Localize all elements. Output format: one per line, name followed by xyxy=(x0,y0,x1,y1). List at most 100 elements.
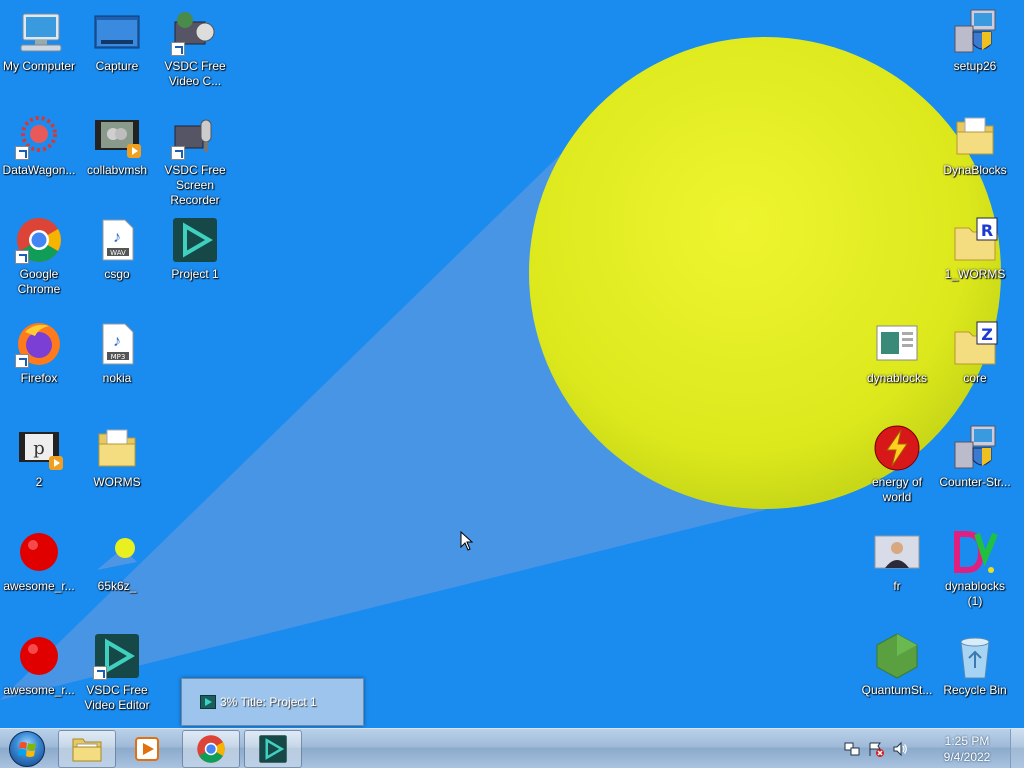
desktop-icon-worms[interactable]: WORMS xyxy=(78,424,156,490)
svg-text:WAV: WAV xyxy=(110,249,126,257)
shortcut-arrow-icon xyxy=(15,250,29,264)
clock-date: 9/4/2022 xyxy=(943,750,991,764)
recycle-bin-icon xyxy=(960,637,990,679)
desktop-icon-label: dynablocks xyxy=(866,371,928,385)
desktop-icon-1-worms[interactable]: R 1_WORMS xyxy=(936,216,1014,282)
clock-time: 1:25 PM xyxy=(944,734,990,748)
vsdc-icon xyxy=(200,695,216,709)
desktop-icon-vsdc-screen-recorder[interactable]: VSDC Free Screen Recorder xyxy=(156,112,234,208)
desktop-icon-quantumst[interactable]: QuantumSt... xyxy=(858,632,936,698)
desktop-icon-label: 1_WORMS xyxy=(944,267,1006,281)
desktop-icon-65k6z[interactable]: 65k6z_ xyxy=(78,528,156,594)
windows-start-orb-icon xyxy=(9,731,45,767)
desktop-icon-nokia[interactable]: ♪ MP3 nokia xyxy=(78,320,156,386)
desktop-icon-project-1[interactable]: Project 1 xyxy=(156,216,234,282)
mouse-cursor-icon xyxy=(460,531,474,551)
desktop-icon-label: fr xyxy=(893,579,901,593)
shortcut-arrow-icon xyxy=(171,146,185,160)
desktop-icon-vsdc-free-video-editor[interactable]: VSDC Free Video Editor xyxy=(78,632,156,713)
svg-text:R: R xyxy=(981,221,993,240)
start-button[interactable] xyxy=(4,730,50,768)
desktop-icon-label: dynablocks (1) xyxy=(944,579,1006,608)
desktop-icon-awesome-r-1[interactable]: awesome_r... xyxy=(0,528,78,594)
desktop: My Computer DataWagon... Google Chrome F… xyxy=(0,0,1024,728)
shortcut-arrow-icon xyxy=(171,42,185,56)
svg-text:p: p xyxy=(33,438,45,459)
rar-archive-icon: R xyxy=(954,217,998,261)
taskbar-chrome-button[interactable] xyxy=(182,730,240,768)
svg-text:MP3: MP3 xyxy=(111,353,126,361)
desktop-icon-csgo[interactable]: ♪ WAV csgo xyxy=(78,216,156,282)
svg-text:♪: ♪ xyxy=(113,229,121,246)
desktop-icon-vsdc-video-converter[interactable]: VSDC Free Video C... xyxy=(156,8,234,89)
desktop-icon-counter-strike[interactable]: Counter-Str... xyxy=(936,424,1014,490)
desktop-icon-google-chrome[interactable]: Google Chrome xyxy=(0,216,78,297)
network-icon[interactable] xyxy=(844,741,860,757)
desktop-icon-label: QuantumSt... xyxy=(861,683,933,697)
vsdc-icon xyxy=(259,735,287,763)
desktop-icon-label: VSDC Free Screen Recorder xyxy=(164,163,226,207)
zip-archive-icon: Z xyxy=(954,321,998,365)
photo-icon xyxy=(874,535,920,569)
svg-text:♪: ♪ xyxy=(113,333,121,350)
webpage-file-icon xyxy=(876,325,918,361)
desktop-icon-dynablocks-folder[interactable]: DynaBlocks xyxy=(936,112,1014,178)
show-desktop-button[interactable] xyxy=(1010,729,1024,768)
desktop-icon-collabvmsh[interactable]: collabvmsh xyxy=(78,112,156,178)
export-progress-popup[interactable]: 3% Title: Project 1 xyxy=(181,678,364,726)
capture-window-icon xyxy=(94,15,140,49)
yellow-ball-image-icon xyxy=(97,538,137,570)
desktop-icon-datawagon[interactable]: DataWagon... xyxy=(0,112,78,178)
red-ball-icon xyxy=(20,637,58,675)
desktop-icon-label: WORMS xyxy=(93,475,141,489)
svg-text:Z: Z xyxy=(981,325,993,344)
desktop-icon-label: nokia xyxy=(102,371,132,385)
desktop-icon-label: awesome_r... xyxy=(3,683,75,697)
desktop-icon-fr[interactable]: fr xyxy=(858,528,936,594)
desktop-icon-setup26[interactable]: setup26 xyxy=(936,8,1014,74)
desktop-icon-2[interactable]: p 2 xyxy=(0,424,78,490)
taskbar: 1:25 PM 9/4/2022 xyxy=(0,728,1024,768)
shortcut-arrow-icon xyxy=(15,354,29,368)
taskbar-vsdc-button[interactable] xyxy=(244,730,302,768)
folder-library-icon xyxy=(72,738,102,762)
desktop-icon-dynablocks-page[interactable]: dynablocks xyxy=(858,320,936,386)
desktop-icon-recycle-bin[interactable]: Recycle Bin xyxy=(936,632,1014,698)
desktop-icon-label: core xyxy=(963,371,987,385)
desktop-icon-label: VSDC Free Video C... xyxy=(164,59,226,88)
desktop-icon-my-computer[interactable]: My Computer xyxy=(0,8,78,74)
vsdc-project-icon xyxy=(173,218,217,262)
desktop-icon-core[interactable]: Z core xyxy=(936,320,1014,386)
desktop-icon-label: awesome_r... xyxy=(3,579,75,593)
desktop-icon-firefox[interactable]: Firefox xyxy=(0,320,78,386)
desktop-icon-label: DynaBlocks xyxy=(943,163,1007,177)
dynablocks-logo-icon xyxy=(954,531,998,573)
desktop-icon-label: Recycle Bin xyxy=(943,683,1007,697)
action-center-flag-icon[interactable] xyxy=(868,741,884,757)
shortcut-arrow-icon xyxy=(15,146,29,160)
taskbar-clock[interactable]: 1:25 PM 9/4/2022 xyxy=(934,733,1000,765)
desktop-icon-energy-of-world[interactable]: energy of world xyxy=(858,424,936,505)
desktop-icon-label: 2 xyxy=(35,475,43,489)
installer-icon xyxy=(954,425,996,469)
red-ball-icon xyxy=(20,533,58,571)
desktop-icon-label: DataWagon... xyxy=(2,163,76,177)
desktop-icon-label: Google Chrome xyxy=(17,267,61,296)
desktop-icon-label: Firefox xyxy=(20,371,58,385)
taskbar-media-player-button[interactable] xyxy=(118,730,176,768)
desktop-icon-label: csgo xyxy=(104,267,130,281)
desktop-icon-label: VSDC Free Video Editor xyxy=(84,683,150,712)
folder-icon xyxy=(98,429,136,467)
desktop-icon-capture[interactable]: Capture xyxy=(78,8,156,74)
desktop-icon-dynablocks-1[interactable]: dynablocks (1) xyxy=(936,528,1014,609)
folder-icon xyxy=(956,117,994,155)
chrome-icon xyxy=(197,735,225,763)
play-badge-icon xyxy=(127,144,141,158)
desktop-icon-label: 65k6z_ xyxy=(97,579,137,593)
desktop-icon-awesome-r-2[interactable]: awesome_r... xyxy=(0,632,78,698)
desktop-icon-label: energy of world xyxy=(871,475,923,504)
desktop-icon-label: Counter-Str... xyxy=(939,475,1011,489)
volume-icon[interactable] xyxy=(892,741,908,757)
media-player-icon xyxy=(135,737,159,761)
taskbar-explorer-button[interactable] xyxy=(58,730,116,768)
